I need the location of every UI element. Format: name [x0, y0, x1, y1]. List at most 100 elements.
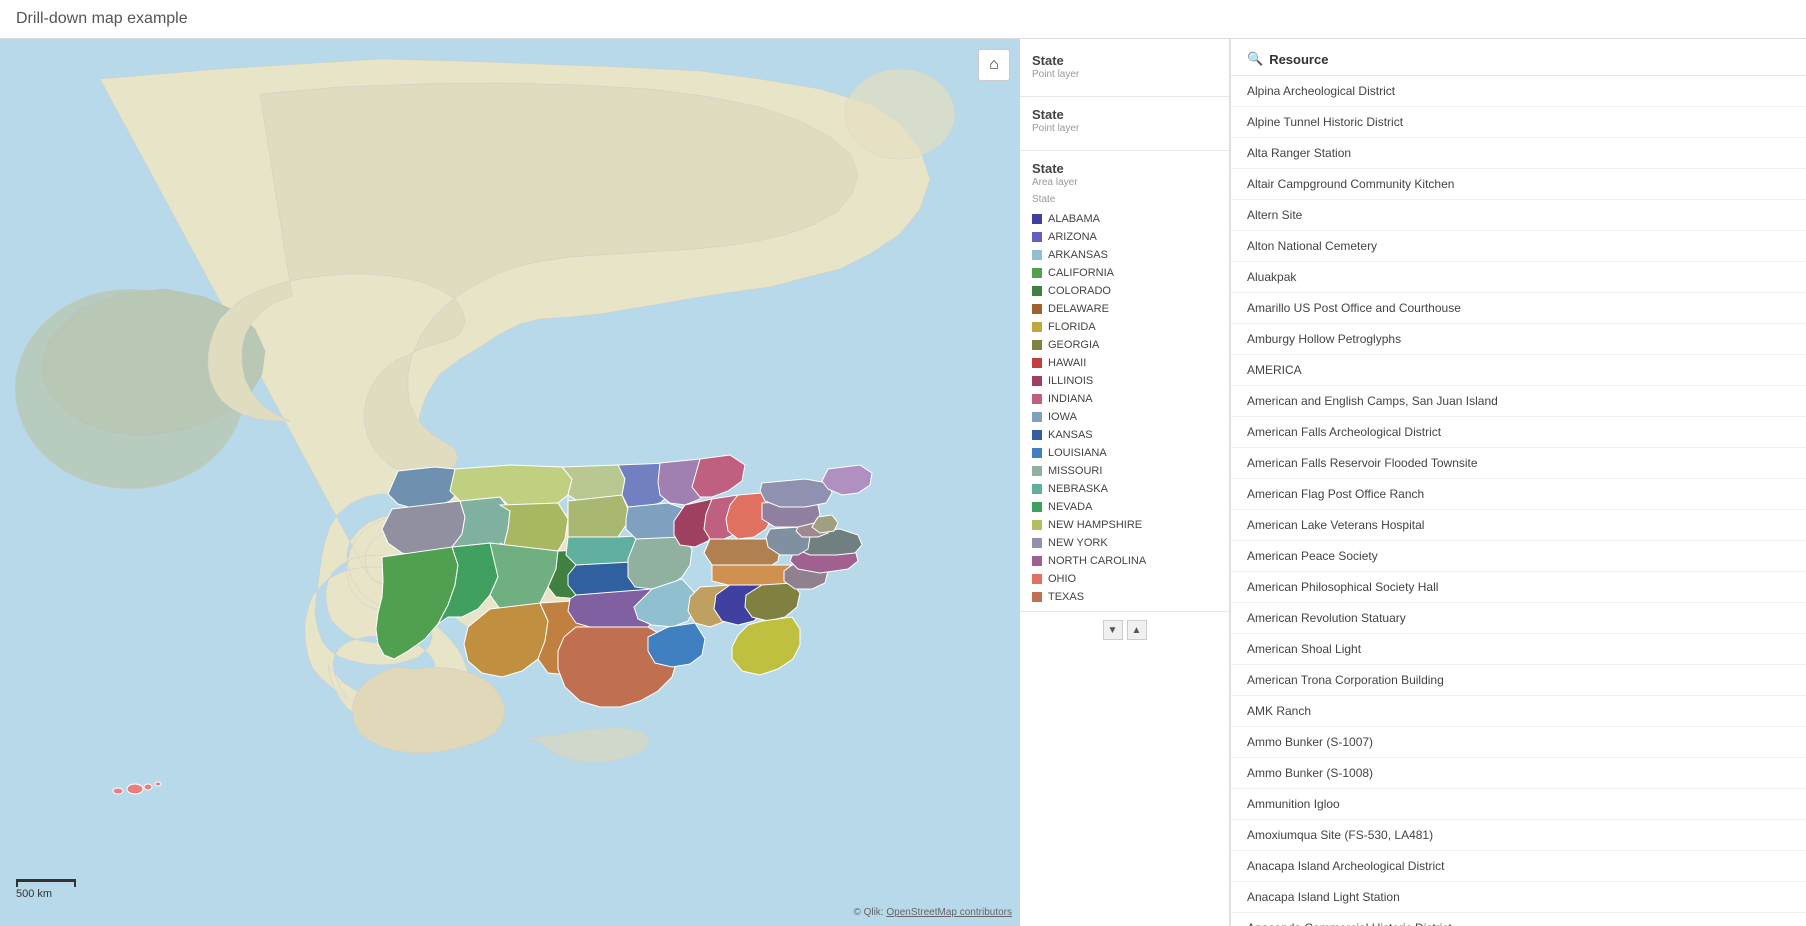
legend-item[interactable]: FLORIDA [1032, 319, 1217, 335]
legend-state-name: NEBRASKA [1048, 483, 1108, 495]
resource-item[interactable]: American Philosophical Society Hall [1231, 572, 1806, 603]
legend-item[interactable]: GEORGIA [1032, 337, 1217, 353]
page-title: Drill-down map example [0, 0, 1806, 39]
legend-state-name: CALIFORNIA [1048, 267, 1114, 279]
legend-item[interactable]: ILLINOIS [1032, 373, 1217, 389]
legend-item[interactable]: ALABAMA [1032, 211, 1217, 227]
legend-swatch [1032, 250, 1042, 260]
nav-up-button[interactable]: ▲ [1127, 620, 1147, 640]
legend-item[interactable]: COLORADO [1032, 283, 1217, 299]
resource-item[interactable]: Altair Campground Community Kitchen [1231, 169, 1806, 200]
resource-item[interactable]: American Revolution Statuary [1231, 603, 1806, 634]
resource-item[interactable]: Anaconda Commercial Historic District [1231, 913, 1806, 926]
legend-state-name: KANSAS [1048, 429, 1093, 441]
resource-header: 🔍 Resource [1231, 39, 1806, 76]
legend-swatch [1032, 520, 1042, 530]
legend-state-name: NEW YORK [1048, 537, 1108, 549]
legend-item[interactable]: NEVADA [1032, 499, 1217, 515]
resource-item[interactable]: Altern Site [1231, 200, 1806, 231]
legend-state-name: COLORADO [1048, 285, 1111, 297]
resource-item[interactable]: Aluakpak [1231, 262, 1806, 293]
resource-item[interactable]: Alton National Cemetery [1231, 231, 1806, 262]
resource-item[interactable]: Ammo Bunker (S-1008) [1231, 758, 1806, 789]
legend-panel: State Point layer State Point layer Stat… [1020, 39, 1230, 926]
map-svg: 500 km [0, 39, 1020, 909]
legend-layer1-subtitle: Point layer [1032, 69, 1217, 80]
resource-item[interactable]: American Falls Archeological District [1231, 417, 1806, 448]
map-attribution: © Qlik: OpenStreetMap contributors [853, 907, 1012, 918]
resource-item[interactable]: American Shoal Light [1231, 634, 1806, 665]
legend-state-name: IOWA [1048, 411, 1077, 423]
legend-swatch [1032, 502, 1042, 512]
resource-header-label: Resource [1269, 52, 1328, 67]
home-button[interactable]: ⌂ [978, 49, 1010, 81]
nav-down-button[interactable]: ▼ [1103, 620, 1123, 640]
legend-item[interactable]: ARIZONA [1032, 229, 1217, 245]
legend-swatch [1032, 412, 1042, 422]
resource-item[interactable]: American Falls Reservoir Flooded Townsit… [1231, 448, 1806, 479]
legend-layer1-title: State [1032, 53, 1217, 68]
legend-area-subtitle: Area layer [1032, 177, 1217, 188]
legend-item[interactable]: OHIO [1032, 571, 1217, 587]
legend-swatch [1032, 394, 1042, 404]
legend-item[interactable]: HAWAII [1032, 355, 1217, 371]
legend-item[interactable]: IOWA [1032, 409, 1217, 425]
legend-item[interactable]: NEBRASKA [1032, 481, 1217, 497]
legend-state-name: ARKANSAS [1048, 249, 1108, 261]
legend-swatch [1032, 232, 1042, 242]
legend-item[interactable]: ARKANSAS [1032, 247, 1217, 263]
legend-swatch [1032, 376, 1042, 386]
resource-item[interactable]: Amoxiumqua Site (FS-530, LA481) [1231, 820, 1806, 851]
resource-item[interactable]: American and English Camps, San Juan Isl… [1231, 386, 1806, 417]
resource-item[interactable]: Alpine Tunnel Historic District [1231, 107, 1806, 138]
resource-item[interactable]: Ammo Bunker (S-1007) [1231, 727, 1806, 758]
legend-area-title: State [1032, 161, 1217, 176]
resource-item[interactable]: AMERICA [1231, 355, 1806, 386]
resource-item[interactable]: Anacapa Island Light Station [1231, 882, 1806, 913]
legend-state-name: NEVADA [1048, 501, 1092, 513]
legend-swatch [1032, 214, 1042, 224]
legend-state-name: LOUISIANA [1048, 447, 1107, 459]
legend-state-name: OHIO [1048, 573, 1076, 585]
resource-item[interactable]: Anacapa Island Archeological District [1231, 851, 1806, 882]
legend-swatch [1032, 358, 1042, 368]
home-icon: ⌂ [989, 56, 999, 74]
legend-state-name: ARIZONA [1048, 231, 1097, 243]
legend-item[interactable]: LOUISIANA [1032, 445, 1217, 461]
map-area: 500 km ⌂ © Qlik: OpenStreetMap contribut… [0, 39, 1020, 926]
legend-swatch [1032, 448, 1042, 458]
legend-swatch [1032, 268, 1042, 278]
resource-list[interactable]: Alpina Archeological DistrictAlpine Tunn… [1231, 76, 1806, 926]
legend-item[interactable]: NORTH CAROLINA [1032, 553, 1217, 569]
resource-item[interactable]: American Peace Society [1231, 541, 1806, 572]
legend-item[interactable]: TEXAS [1032, 589, 1217, 605]
resource-item[interactable]: American Flag Post Office Ranch [1231, 479, 1806, 510]
resource-item[interactable]: AMK Ranch [1231, 696, 1806, 727]
legend-swatch [1032, 574, 1042, 584]
resource-search-icon: 🔍 [1247, 51, 1263, 67]
resource-item[interactable]: Ammunition Igloo [1231, 789, 1806, 820]
resource-item[interactable]: Alpina Archeological District [1231, 76, 1806, 107]
legend-item[interactable]: DELAWARE [1032, 301, 1217, 317]
legend-layer2-subtitle: Point layer [1032, 123, 1217, 134]
svg-text:500 km: 500 km [16, 888, 52, 900]
legend-item[interactable]: KANSAS [1032, 427, 1217, 443]
legend-layer-2: State Point layer [1020, 101, 1229, 146]
attribution-link[interactable]: OpenStreetMap contributors [886, 907, 1012, 918]
legend-area-section: State Area layer State ALABAMAARIZONAARK… [1020, 155, 1229, 611]
resource-item[interactable]: Amarillo US Post Office and Courthouse [1231, 293, 1806, 324]
legend-item[interactable]: INDIANA [1032, 391, 1217, 407]
legend-item[interactable]: MISSOURI [1032, 463, 1217, 479]
nav-arrows: ▼ ▲ [1020, 611, 1229, 648]
legend-swatch [1032, 556, 1042, 566]
legend-item[interactable]: NEW YORK [1032, 535, 1217, 551]
legend-state-name: NEW HAMPSHIRE [1048, 519, 1142, 531]
resource-item[interactable]: Amburgy Hollow Petroglyphs [1231, 324, 1806, 355]
legend-swatch [1032, 304, 1042, 314]
resource-item[interactable]: Alta Ranger Station [1231, 138, 1806, 169]
legend-item[interactable]: CALIFORNIA [1032, 265, 1217, 281]
resource-item[interactable]: American Lake Veterans Hospital [1231, 510, 1806, 541]
resource-item[interactable]: American Trona Corporation Building [1231, 665, 1806, 696]
legend-swatch [1032, 430, 1042, 440]
legend-item[interactable]: NEW HAMPSHIRE [1032, 517, 1217, 533]
